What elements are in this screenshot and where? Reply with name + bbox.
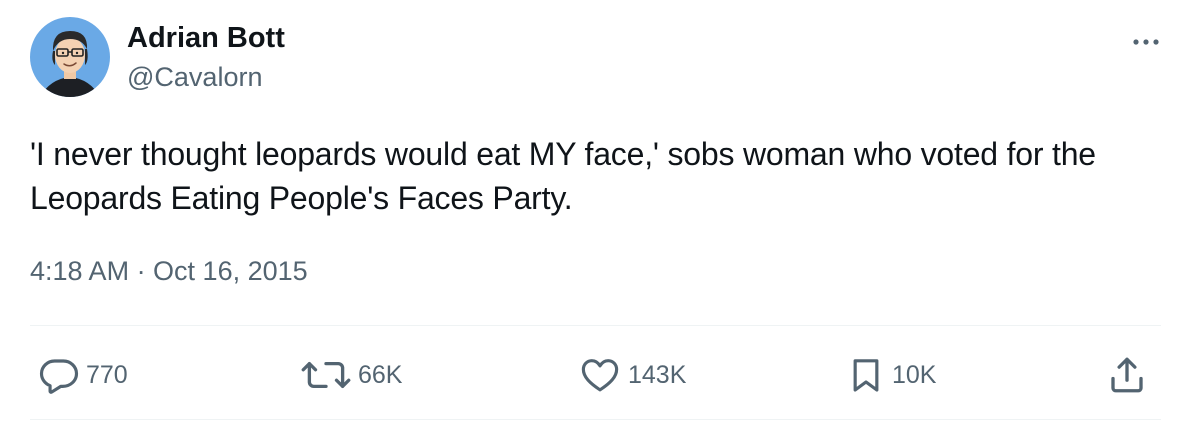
bookmark-count: 10K bbox=[892, 360, 937, 389]
bookmark-icon bbox=[853, 359, 879, 392]
share-icon bbox=[1111, 357, 1143, 393]
author-name[interactable]: Adrian Bott bbox=[127, 22, 285, 55]
more-options-icon[interactable] bbox=[1128, 30, 1164, 54]
cartoon-avatar-icon bbox=[30, 17, 110, 97]
share-button[interactable] bbox=[1106, 350, 1148, 400]
reply-icon bbox=[39, 359, 79, 394]
tweet-timestamp[interactable]: 4:18 AM · Oct 16, 2015 bbox=[30, 256, 308, 287]
like-button[interactable]: 143K bbox=[578, 350, 686, 400]
action-bar: 770 66K 143K 10K bbox=[0, 350, 1188, 400]
avatar[interactable] bbox=[30, 17, 110, 97]
divider bbox=[30, 419, 1161, 420]
reply-button[interactable]: 770 bbox=[38, 350, 128, 400]
divider bbox=[30, 325, 1161, 326]
reply-count: 770 bbox=[86, 360, 128, 389]
like-count: 143K bbox=[628, 360, 687, 389]
tweet-text: 'I never thought leopards would eat MY f… bbox=[30, 136, 1096, 216]
retweet-button[interactable]: 66K bbox=[300, 350, 402, 400]
author-handle[interactable]: @Cavalorn bbox=[127, 62, 262, 93]
retweet-icon bbox=[301, 361, 351, 389]
bookmark-button[interactable]: 10K bbox=[846, 350, 936, 400]
retweet-count: 66K bbox=[358, 360, 403, 389]
heart-icon bbox=[581, 359, 619, 392]
